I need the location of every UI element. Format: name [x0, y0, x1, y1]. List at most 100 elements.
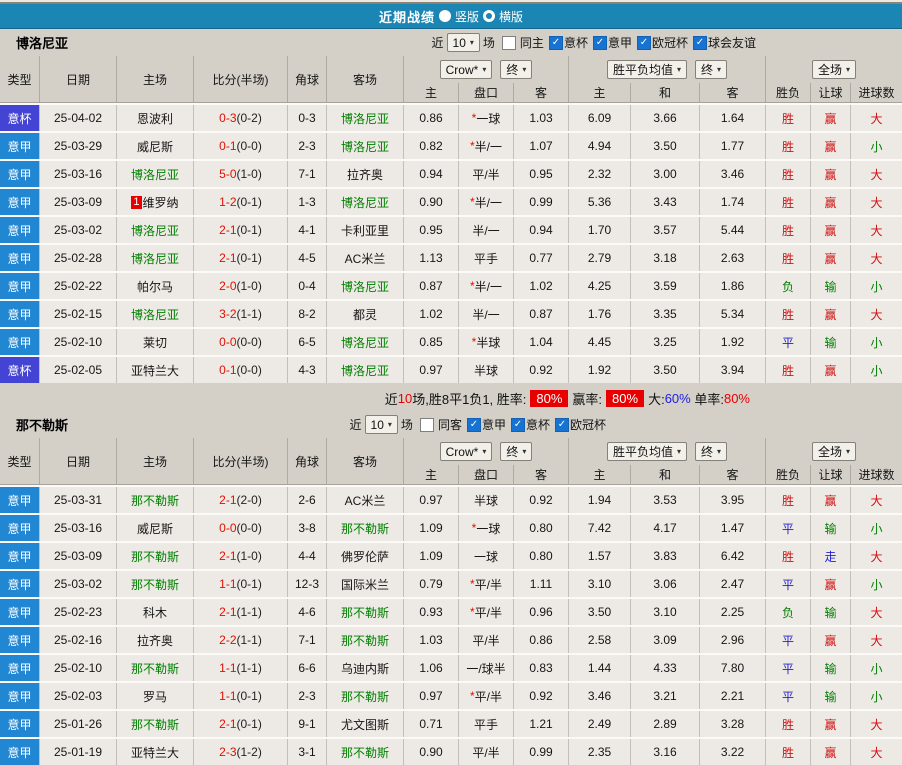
- avg-stage-select[interactable]: 终▾: [695, 442, 727, 461]
- home-odds: 0.93: [404, 599, 459, 625]
- avg-odds-select[interactable]: 胜平负均值▾: [607, 60, 687, 79]
- away-team: 博洛尼亚: [327, 189, 404, 215]
- horizontal-layout-radio[interactable]: [483, 10, 495, 22]
- away-team-name: AC米兰: [345, 492, 386, 509]
- single-rate-label: 单率:: [691, 389, 724, 408]
- league-checkbox[interactable]: ✓: [511, 418, 525, 432]
- corner-score: 12-3: [288, 571, 327, 597]
- odds-stage-select[interactable]: 终▾: [500, 442, 532, 461]
- halftime-score: (1-0): [237, 279, 262, 293]
- avg-draw-odds: 3.50: [631, 357, 700, 383]
- column-header: 角球: [288, 438, 327, 484]
- bookmaker-select[interactable]: Crow*▾: [440, 442, 493, 461]
- same-venue-checkbox[interactable]: [420, 418, 434, 432]
- result-goals: 小: [851, 571, 902, 597]
- away-team: 那不勒斯: [327, 599, 404, 625]
- summary-prefix: 近: [385, 389, 398, 408]
- sub-column-header: 客: [514, 83, 569, 102]
- league-type-badge: 意杯: [0, 105, 40, 131]
- odds-stage-select[interactable]: 终▾: [500, 60, 532, 79]
- league-type-badge: 意甲: [0, 543, 40, 569]
- table-header-2: 类型日期主场比分(半场)角球客场Crow*▾终▾胜平负均值▾终▾全场▾主盘口客主…: [0, 438, 902, 485]
- handicap-value: 平/半: [475, 604, 502, 621]
- home-team: 威尼斯: [117, 133, 194, 159]
- match-date: 25-02-15: [40, 301, 117, 327]
- table-body-1: 意杯25-04-02恩波利0-3(0-2)0-3博洛尼亚0.86*一球1.036…: [0, 103, 902, 383]
- result-handicap: 输: [811, 599, 851, 625]
- away-odds: 0.80: [514, 543, 569, 569]
- handicap: 平/半: [459, 627, 514, 653]
- result-handicap: 赢: [811, 105, 851, 131]
- away-team: 那不勒斯: [327, 683, 404, 709]
- home-team-name: 那不勒斯: [131, 548, 179, 565]
- league-checkbox[interactable]: ✓: [593, 36, 607, 50]
- result-wdl: 平: [766, 515, 811, 541]
- away-team: 博洛尼亚: [327, 329, 404, 355]
- avg-away-odds: 2.63: [700, 245, 766, 271]
- column-header: 日期: [40, 438, 117, 484]
- match-filter-2: 近10▾场同客✓意甲✓意杯✓欧冠杯: [347, 415, 606, 434]
- corner-score: 1-3: [288, 189, 327, 215]
- halftime-score: (1-1): [237, 633, 262, 647]
- fulltime-score: 0-1: [219, 139, 236, 153]
- same-venue-checkbox[interactable]: [502, 36, 516, 50]
- result-handicap: 输: [811, 329, 851, 355]
- avg-stage-select-value: 终: [701, 443, 713, 460]
- result-handicap: 赢: [811, 357, 851, 383]
- vertical-layout-radio[interactable]: [439, 10, 451, 22]
- handicap: 平/半: [459, 739, 514, 765]
- handicap-value: 半/一: [475, 278, 502, 295]
- bookmaker-select[interactable]: Crow*▾: [440, 60, 493, 79]
- table-row: 意甲25-03-31那不勒斯2-1(2-0)2-6AC米兰0.97半球0.921…: [0, 487, 902, 513]
- result-handicap: 赢: [811, 133, 851, 159]
- away-team-name: 博洛尼亚: [341, 194, 389, 211]
- fulltime-score: 2-1: [219, 223, 236, 237]
- avg-stage-select[interactable]: 终▾: [695, 60, 727, 79]
- avg-home-odds: 7.42: [569, 515, 631, 541]
- away-odds: 0.99: [514, 739, 569, 765]
- fulltime-score: 3-2: [219, 307, 236, 321]
- home-team-name: 莱切: [143, 334, 167, 351]
- section-bar-team-1: 博洛尼亚 近10▾场同主✓意杯✓意甲✓欧冠杯✓球会友谊: [0, 29, 902, 56]
- fulltime-score: 5-0: [219, 167, 236, 181]
- league-checkbox-label: 欧冠杯: [570, 416, 606, 433]
- league-checkbox[interactable]: ✓: [549, 36, 563, 50]
- away-team: 尤文图斯: [327, 711, 404, 737]
- away-team-name: 博洛尼亚: [341, 278, 389, 295]
- away-odds: 1.02: [514, 273, 569, 299]
- league-checkbox[interactable]: ✓: [467, 418, 481, 432]
- vertical-layout-label[interactable]: 竖版: [455, 8, 479, 25]
- sub-column-header: 主: [404, 83, 459, 102]
- recent-count-select[interactable]: 10▾: [447, 33, 480, 52]
- column-header: 客场: [327, 56, 404, 102]
- corner-score: 4-4: [288, 543, 327, 569]
- home-team-name: 亚特兰大: [131, 744, 179, 761]
- handicap: *一球: [459, 105, 514, 131]
- league-checkbox[interactable]: ✓: [637, 36, 651, 50]
- score: 2-1(1-1): [194, 599, 288, 625]
- match-scope-select[interactable]: 全场▾: [812, 442, 856, 461]
- result-goals: 小: [851, 329, 902, 355]
- corner-score: 4-5: [288, 245, 327, 271]
- corner-score: 2-3: [288, 683, 327, 709]
- avg-away-odds: 1.74: [700, 189, 766, 215]
- match-scope-select-value: 全场: [818, 61, 842, 78]
- avg-home-odds: 2.32: [569, 161, 631, 187]
- league-checkbox-label: 意甲: [482, 416, 506, 433]
- avg-odds-select[interactable]: 胜平负均值▾: [607, 442, 687, 461]
- recent-count-select[interactable]: 10▾: [365, 415, 398, 434]
- handicap-value: 一/球半: [466, 660, 505, 677]
- league-checkbox[interactable]: ✓: [555, 418, 569, 432]
- match-scope-select[interactable]: 全场▾: [812, 60, 856, 79]
- team-name-1: 博洛尼亚: [16, 33, 68, 52]
- league-checkbox[interactable]: ✓: [693, 36, 707, 50]
- corner-score: 6-6: [288, 655, 327, 681]
- handicap-rate-badge: 80%: [606, 390, 644, 407]
- home-odds: 0.90: [404, 189, 459, 215]
- halftime-score: (1-2): [237, 745, 262, 759]
- avg-away-odds: 3.94: [700, 357, 766, 383]
- horizontal-layout-label[interactable]: 横版: [499, 8, 523, 25]
- halftime-score: (0-1): [237, 689, 262, 703]
- matches-label: 场: [401, 416, 413, 433]
- home-team: 亚特兰大: [117, 739, 194, 765]
